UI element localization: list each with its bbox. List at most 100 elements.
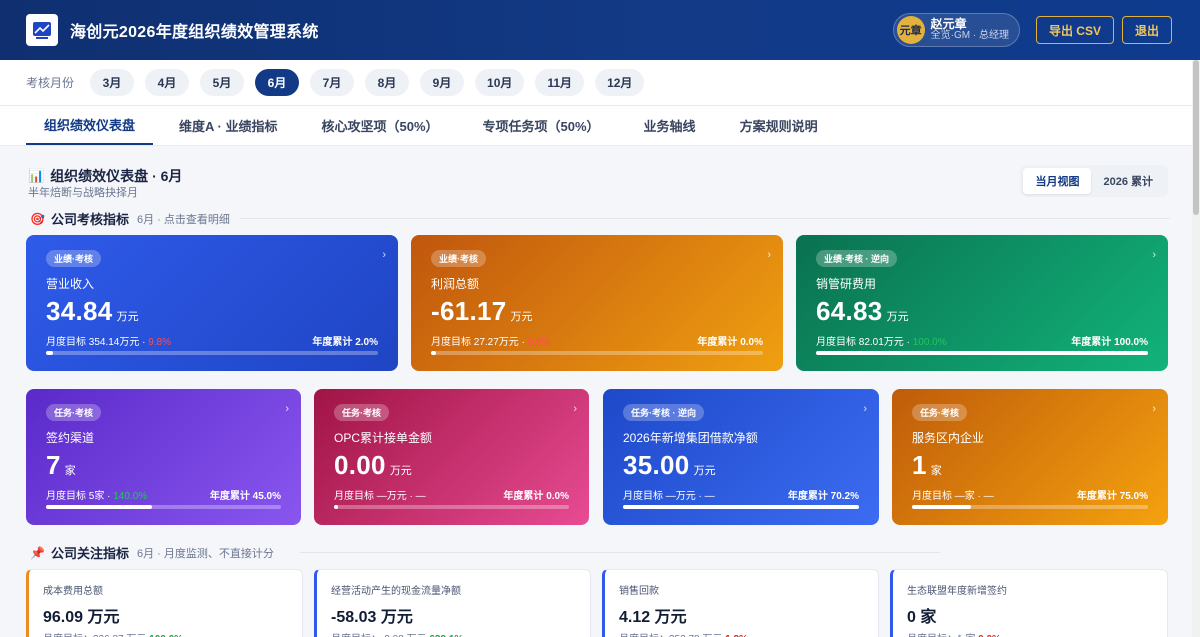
kpi-card[interactable]: 业绩·考核 · 逆向 › 销管研费用 64.83 万元 月度目标 82.01万元…	[796, 235, 1168, 371]
kpi-progress-bar	[623, 505, 859, 509]
logout-button[interactable]: 退出	[1121, 16, 1172, 44]
tab-1[interactable]: 维度A · 业绩指标	[161, 106, 295, 145]
user-chip[interactable]: 元章 赵元章 全览·GM · 总经理	[892, 13, 1020, 47]
kpi-value: 34.84	[46, 296, 113, 326]
kpi-target: 月度目标 —家 · —	[912, 491, 994, 502]
section-kpi-title: 公司考核指标	[50, 212, 129, 227]
chevron-right-icon: ›	[1152, 249, 1156, 261]
kpi-progress-bar	[46, 351, 378, 355]
focus-card[interactable]: 经营活动产生的现金流量净额 -58.03 万元 月度目标：-9.08 万元 63…	[314, 569, 591, 637]
month-pill-12[interactable]: 12月	[595, 69, 645, 96]
section-kpi-hint: 6月 · 点击查看明细	[136, 213, 230, 226]
kpi-unit: 万元	[886, 311, 909, 323]
kpi-progress-fill	[46, 351, 53, 355]
month-label: 考核月份	[26, 76, 75, 90]
kpi-target: 月度目标 354.14万元 · 9.8%	[46, 337, 172, 348]
focus-value: 4.12 万元	[619, 609, 687, 626]
kpi-progress-fill	[912, 505, 971, 509]
app-logo	[26, 14, 58, 46]
kpi-name: 营业收入	[46, 277, 95, 291]
kpi-progress-fill	[46, 505, 152, 509]
tab-4[interactable]: 业务轴线	[626, 106, 714, 145]
month-pill-11[interactable]: 11月	[535, 69, 585, 96]
kpi-annual: 年度累计 75.0%	[1076, 491, 1148, 502]
kpi-annual: 年度累计 45.0%	[209, 491, 281, 502]
kpi-badge: 任务·考核	[46, 404, 101, 421]
chevron-right-icon: ›	[863, 403, 867, 415]
tab-0[interactable]: 组织绩效仪表盘	[26, 106, 154, 145]
view-toggle-monthly[interactable]: 当月视图	[1023, 168, 1092, 194]
focus-label: 经营活动产生的现金流量净额	[331, 586, 461, 597]
kpi-card[interactable]: 业绩·考核 › 营业收入 34.84 万元 月度目标 354.14万元 · 9.…	[26, 235, 398, 371]
main-tabs: 组织绩效仪表盘 维度A · 业绩指标 核心攻坚项（50%） 专项任务项（50%） 业务轴…	[0, 106, 1200, 146]
export-csv-button[interactable]: 导出 CSV	[1035, 16, 1114, 44]
tab-2[interactable]: 核心攻坚项（50%）	[303, 106, 456, 145]
target-icon: 🎯	[30, 211, 45, 226]
kpi-name: 2026年新增集团借款净额	[623, 431, 758, 445]
page-title-text: 组织绩效仪表盘 · 6月	[50, 168, 183, 184]
kpi-badge: 任务·考核 · 逆向	[623, 404, 704, 421]
month-pill-9[interactable]: 9月	[420, 69, 465, 96]
focus-card[interactable]: 成本费用总额 96.09 万元 月度目标：326.87 万元 100.0%	[26, 569, 303, 637]
focus-target: 月度目标：-9.08 万元 639.1%	[331, 630, 576, 637]
kpi-unit: 家	[64, 465, 76, 477]
focus-card[interactable]: 生态联盟年度新增签约 0 家 月度目标：1 家 0.0%	[890, 569, 1168, 637]
kpi-target: 月度目标 —万元 · —	[623, 491, 715, 502]
user-role: 全览·GM · 总经理	[930, 30, 1009, 42]
chevron-right-icon: ›	[573, 403, 577, 415]
focus-card[interactable]: 销售回款 4.12 万元 月度目标：352.78 万元 1.2%	[602, 569, 879, 637]
kpi-value: 1	[912, 450, 927, 480]
kpi-badge: 任务·考核	[334, 404, 389, 421]
section-divider	[300, 552, 940, 553]
kpi-card[interactable]: 任务·考核 · 逆向 › 2026年新增集团借款净额 35.00 万元 月度目标…	[603, 389, 879, 525]
kpi-target: 月度目标 5家 · 140.0%	[46, 491, 148, 502]
kpi-progress-bar	[46, 505, 281, 509]
kpi-value: 64.83	[816, 296, 883, 326]
kpi-badge: 任务·考核	[912, 404, 967, 421]
kpi-progress-fill	[623, 505, 859, 509]
scrollbar-thumb[interactable]	[1193, 60, 1199, 215]
kpi-rate: 9.8%	[148, 337, 172, 348]
kpi-card[interactable]: 任务·考核 › 服务区内企业 1 家 月度目标 —家 · — 年度累计 75.0…	[892, 389, 1168, 525]
focus-value: 96.09 万元	[43, 609, 120, 626]
kpi-target: 月度目标 27.27万元 · 0.0%	[431, 337, 551, 348]
month-pill-4[interactable]: 4月	[145, 69, 190, 96]
view-toggle-cumulative[interactable]: 2026 累计	[1091, 168, 1165, 194]
kpi-unit: 家	[930, 465, 942, 477]
month-pill-8[interactable]: 8月	[365, 69, 410, 96]
chevron-right-icon: ›	[767, 249, 771, 261]
kpi-name: OPC累计接单金额	[334, 431, 433, 445]
section-focus-hint: 6月 · 月度监测、不直接计分	[136, 547, 274, 560]
tab-5[interactable]: 方案规则说明	[722, 106, 836, 145]
kpi-rate: 0.0%	[527, 337, 551, 348]
month-pill-5[interactable]: 5月	[200, 69, 245, 96]
kpi-annual: 年度累计 2.0%	[312, 337, 378, 348]
kpi-progress-fill	[816, 351, 1148, 355]
app-title: 海创元2026年度组织绩效管理系统	[70, 24, 319, 41]
month-pill-6[interactable]: 6月	[255, 69, 300, 96]
month-pill-10[interactable]: 10月	[475, 69, 525, 96]
month-pill-3[interactable]: 3月	[90, 69, 135, 96]
kpi-rate: 100.0%	[912, 337, 947, 348]
focus-target: 月度目标：1 家 0.0%	[907, 630, 1153, 637]
focus-value: -58.03 万元	[331, 609, 413, 626]
kpi-rate: 140.0%	[113, 491, 148, 502]
page-scrollbar[interactable]	[1192, 60, 1200, 637]
kpi-card[interactable]: 任务·考核 › OPC累计接单金额 0.00 万元 月度目标 —万元 · — 年…	[314, 389, 589, 525]
page-title: 📊 组织绩效仪表盘 · 6月	[28, 166, 182, 186]
month-selector: 考核月份 3月 4月 5月 6月 7月 8月 9月 10月 11月 12月	[0, 60, 1200, 106]
chevron-right-icon: ›	[1152, 403, 1156, 415]
kpi-progress-fill	[334, 505, 338, 509]
top-bar: 海创元2026年度组织绩效管理系统 元章 赵元章 全览·GM · 总经理 导出 …	[0, 0, 1200, 60]
kpi-card[interactable]: 任务·考核 › 签约渠道 7 家 月度目标 5家 · 140.0% 年度累计 4…	[26, 389, 301, 525]
view-toggle: 当月视图 2026 累计	[1020, 165, 1168, 197]
kpi-progress-bar	[431, 351, 763, 355]
kpi-card[interactable]: 业绩·考核 › 利润总额 -61.17 万元 月度目标 27.27万元 · 0.…	[411, 235, 783, 371]
kpi-target: 月度目标 82.01万元 · 100.0%	[816, 337, 947, 348]
kpi-value: 7	[46, 450, 61, 480]
tab-3[interactable]: 专项任务项（50%）	[465, 106, 618, 145]
month-pill-7[interactable]: 7月	[310, 69, 355, 96]
kpi-annual: 年度累计 100.0%	[1071, 337, 1148, 348]
kpi-annual: 年度累计 0.0%	[697, 337, 763, 348]
focus-value: 0 家	[907, 609, 937, 626]
